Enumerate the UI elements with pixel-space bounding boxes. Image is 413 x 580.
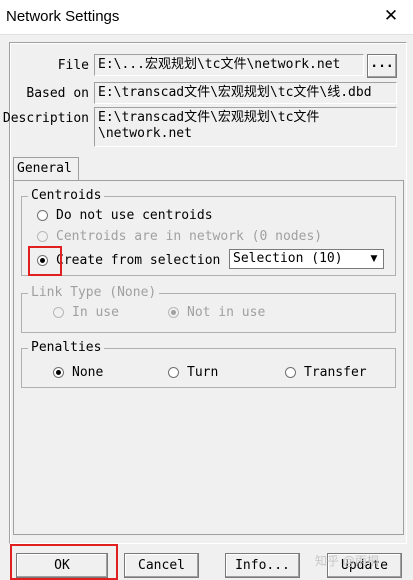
radio-button-icon [285, 367, 296, 378]
radio-button-icon [53, 367, 64, 378]
chevron-down-icon[interactable]: ▼ [366, 251, 382, 267]
radio-button-icon [37, 210, 48, 221]
browse-button[interactable]: ... [367, 54, 397, 78]
radio-label: In use [72, 305, 119, 320]
radio-button-icon [53, 307, 64, 318]
tab-general[interactable]: General [13, 157, 79, 181]
selection-dropdown[interactable]: Selection (10) ▼ [229, 249, 384, 269]
selection-value: Selection (10) [233, 251, 343, 266]
radio-no-centroids[interactable]: Do not use centroids [37, 208, 213, 223]
based-on-label: Based on [26, 86, 89, 101]
network-settings-dialog: Network Settings ✕ File E:\...宏观规划\tc文件\… [0, 0, 413, 580]
radio-penalty-turn[interactable]: Turn [168, 365, 218, 380]
description-label: Description [2, 111, 89, 126]
window-title: Network Settings [6, 8, 120, 25]
centroids-title: Centroids [28, 188, 105, 203]
radio-label: None [72, 365, 104, 380]
radio-button-icon [37, 231, 48, 242]
title-bar: Network Settings ✕ [0, 0, 413, 35]
radio-label: Create from selection [56, 253, 221, 268]
radio-penalty-transfer[interactable]: Transfer [285, 365, 367, 380]
ok-highlight-box [10, 544, 118, 580]
radio-button-icon [168, 367, 179, 378]
radio-link-in-use: In use [53, 305, 119, 320]
file-label: File [57, 58, 89, 73]
radio-label: Turn [187, 365, 219, 380]
file-field: E:\...宏观规划\tc文件\network.net [94, 54, 364, 76]
radio-link-not-in-use: Not in use [168, 305, 265, 320]
radio-create-from-selection[interactable]: Create from selection [37, 253, 220, 268]
highlight-box [28, 246, 62, 276]
description-field[interactable]: E:\transcad文件\宏观规划\tc文件 \network.net [94, 107, 397, 147]
radio-label: Do not use centroids [56, 208, 213, 223]
radio-button-icon [168, 307, 179, 318]
based-on-field: E:\transcad文件\宏观规划\tc文件\线.dbd [94, 82, 397, 104]
close-icon[interactable]: ✕ [381, 6, 401, 26]
info-button[interactable]: Info... [225, 553, 300, 578]
cancel-button[interactable]: Cancel [124, 553, 199, 578]
penalties-title: Penalties [28, 340, 105, 355]
radio-label: Not in use [187, 305, 266, 320]
radio-centroids-in-network: Centroids are in network (0 nodes) [37, 229, 322, 244]
radio-penalty-none[interactable]: None [53, 365, 103, 380]
link-type-title: Link Type (None) [28, 285, 160, 300]
watermark: 知乎 @雨桐 [315, 554, 379, 568]
radio-label: Centroids are in network (0 nodes) [56, 229, 323, 244]
radio-label: Transfer [304, 365, 367, 380]
